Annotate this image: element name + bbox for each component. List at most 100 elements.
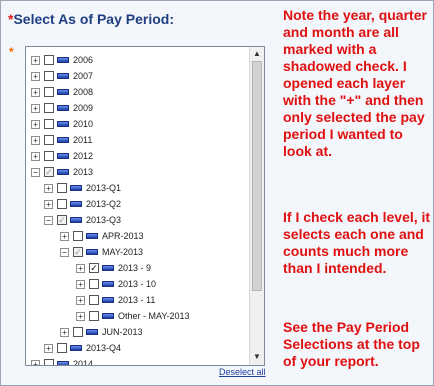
tree-scrollbar[interactable]: ▲ ▼ xyxy=(249,47,264,365)
pay-period-tree[interactable]: +2006 +2007 +2008 +2009 +2010 +2011 +2012− ✓ 201… xyxy=(25,46,265,366)
node-checkbox[interactable] xyxy=(44,135,54,145)
expand-icon[interactable]: + xyxy=(76,279,85,289)
node-checkbox[interactable]: ✓ xyxy=(44,167,54,177)
node-label: APR-2013 xyxy=(102,231,144,241)
folder-icon xyxy=(86,329,98,335)
scroll-thumb[interactable] xyxy=(252,61,262,291)
folder-icon xyxy=(102,313,114,319)
node-label: 2013-Q3 xyxy=(86,215,122,225)
node-checkbox[interactable] xyxy=(89,295,99,305)
collapse-icon[interactable]: − xyxy=(31,167,40,177)
folder-icon xyxy=(57,361,69,365)
tree-node[interactable]: − ✓ 2013-Q3 xyxy=(44,213,121,227)
tree-node[interactable]: +2007 xyxy=(31,69,93,83)
tree-node[interactable]: + APR-2013 xyxy=(60,229,144,243)
folder-icon xyxy=(70,185,82,191)
folder-icon xyxy=(86,233,98,239)
expand-icon[interactable]: + xyxy=(31,359,40,365)
tree-node[interactable]: +2012 xyxy=(31,149,93,163)
tree-node[interactable]: +2013-Q4 xyxy=(44,341,121,355)
node-label: 2013 - 10 xyxy=(118,279,157,289)
tree-node[interactable]: +2008 xyxy=(31,85,93,99)
node-checkbox[interactable] xyxy=(44,119,54,129)
node-checkbox[interactable] xyxy=(73,231,83,241)
node-label: 2013-Q2 xyxy=(86,199,122,209)
folder-icon xyxy=(57,121,69,127)
tree-node[interactable]: + JUN-2013 xyxy=(60,325,143,339)
node-label: MAY-2013 xyxy=(102,247,144,257)
folder-icon xyxy=(57,89,69,95)
expand-icon[interactable]: + xyxy=(31,103,40,113)
expand-icon[interactable]: + xyxy=(76,311,85,321)
tree-node[interactable]: + Other - MAY-2013 xyxy=(76,309,190,323)
node-label: JUN-2013 xyxy=(102,327,143,337)
tree-node[interactable]: +2006 xyxy=(31,53,93,67)
expand-icon[interactable]: + xyxy=(31,71,40,81)
folder-icon xyxy=(57,169,69,175)
node-checkbox[interactable] xyxy=(44,87,54,97)
expand-icon[interactable]: + xyxy=(44,183,53,193)
node-label: 2007 xyxy=(73,71,94,81)
node-label: 2006 xyxy=(73,55,94,65)
node-label: 2013-Q4 xyxy=(86,343,122,353)
annotation-note-3: See the Pay Period Selections at the top… xyxy=(283,319,420,369)
expand-icon[interactable]: + xyxy=(31,87,40,97)
field-required-icon: * xyxy=(9,45,14,59)
folder-icon xyxy=(57,105,69,111)
tree-node[interactable]: +2013-Q2 xyxy=(44,197,121,211)
tree-list: +2006 +2007 +2008 +2009 +2010 +2011 +2012− ✓ 201… xyxy=(26,47,250,365)
collapse-icon[interactable]: − xyxy=(44,215,53,225)
pay-period-header: *Select As of Pay Period: xyxy=(8,11,174,27)
folder-icon xyxy=(102,281,114,287)
node-checkbox[interactable] xyxy=(57,343,67,353)
folder-icon xyxy=(102,265,114,271)
selection-panel: *Select As of Pay Period: * +2006 +2007 +2… xyxy=(0,0,434,386)
expand-icon[interactable]: + xyxy=(31,135,40,145)
tree-node[interactable]: − ✓ MAY-2013 xyxy=(60,245,143,259)
node-checkbox[interactable] xyxy=(44,359,54,365)
tree-node[interactable]: +2011 xyxy=(31,133,92,147)
folder-icon xyxy=(70,201,82,207)
tree-node[interactable]: +2013 - 10 xyxy=(76,277,156,291)
node-checkbox[interactable] xyxy=(89,311,99,321)
collapse-icon[interactable]: − xyxy=(60,247,69,257)
expand-icon[interactable]: + xyxy=(44,343,53,353)
node-label: Other - MAY-2013 xyxy=(118,311,190,321)
node-checkbox[interactable]: ✓ xyxy=(89,263,99,273)
node-label: 2008 xyxy=(73,87,94,97)
tree-node[interactable]: +2009 xyxy=(31,101,93,115)
node-checkbox[interactable] xyxy=(57,183,67,193)
node-checkbox[interactable] xyxy=(44,151,54,161)
header-title: Select As of Pay Period: xyxy=(13,11,174,27)
expand-icon[interactable]: + xyxy=(31,151,40,161)
node-label: 2010 xyxy=(73,119,94,129)
tree-node[interactable]: +2013-Q1 xyxy=(44,181,121,195)
node-checkbox[interactable] xyxy=(89,279,99,289)
expand-icon[interactable]: + xyxy=(60,327,69,337)
tree-node[interactable]: +2010 xyxy=(31,117,93,131)
tree-node[interactable]: − ✓ 2013 xyxy=(31,165,93,179)
expand-icon[interactable]: + xyxy=(31,55,40,65)
node-label: 2013 - 11 xyxy=(118,295,156,305)
node-checkbox[interactable]: ✓ xyxy=(73,247,83,257)
tree-node[interactable]: +2013 - 11 xyxy=(76,293,155,307)
node-label: 2012 xyxy=(73,151,94,161)
tree-node[interactable]: + ✓ 2013 - 9 xyxy=(76,261,151,275)
scroll-down-icon[interactable]: ▼ xyxy=(252,352,262,362)
node-checkbox[interactable] xyxy=(44,71,54,81)
node-checkbox[interactable] xyxy=(57,199,67,209)
node-checkbox[interactable]: ✓ xyxy=(57,215,67,225)
deselect-all-link[interactable]: Deselect all xyxy=(219,367,266,377)
expand-icon[interactable]: + xyxy=(76,263,85,273)
annotation-note-1: Note the year, quarter and month are all… xyxy=(283,7,427,159)
tree-node[interactable]: +2014 xyxy=(31,357,93,365)
expand-icon[interactable]: + xyxy=(44,199,53,209)
folder-icon xyxy=(57,57,69,63)
node-checkbox[interactable] xyxy=(73,327,83,337)
expand-icon[interactable]: + xyxy=(31,119,40,129)
scroll-up-icon[interactable]: ▲ xyxy=(252,49,262,59)
node-checkbox[interactable] xyxy=(44,55,54,65)
expand-icon[interactable]: + xyxy=(76,295,85,305)
node-checkbox[interactable] xyxy=(44,103,54,113)
expand-icon[interactable]: + xyxy=(60,231,69,241)
